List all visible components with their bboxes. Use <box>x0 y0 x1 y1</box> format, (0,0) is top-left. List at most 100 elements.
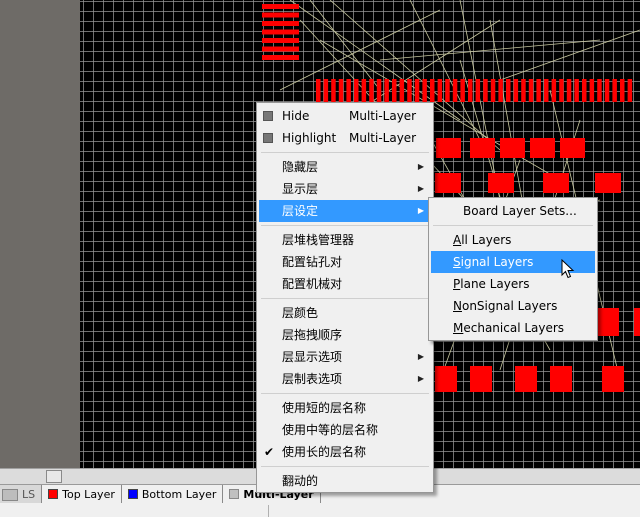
menu-item-layer-stack-manager[interactable]: 层堆栈管理器 <box>259 229 431 251</box>
pcb-pad <box>612 79 617 102</box>
ratsnest-line <box>279 9 441 91</box>
layer-set-button[interactable]: LS <box>0 485 43 503</box>
menu-label: 隐藏层 <box>282 160 319 174</box>
ratsnest-line <box>499 29 640 81</box>
pcb-pad <box>620 79 625 102</box>
pcb-pad <box>392 79 397 102</box>
menu-item-drill-pairs[interactable]: 配置钻孔对 <box>259 251 431 273</box>
submenu-item-mechanical-layers[interactable]: Mechanical Layers <box>431 317 595 339</box>
pcb-pad <box>407 79 412 102</box>
pcb-pad <box>435 366 457 392</box>
menu-item-flipped[interactable]: 翻动的 <box>259 470 431 492</box>
layer-swatch-icon <box>263 133 273 143</box>
pcb-pad <box>452 79 458 102</box>
pcb-pad <box>262 38 299 43</box>
pcb-pad <box>435 173 461 193</box>
submenu-arrow-icon: ▶ <box>417 206 424 215</box>
submenu-item-board-layer-sets[interactable]: Board Layer Sets... <box>431 200 595 222</box>
tab-top-layer[interactable]: Top Layer <box>42 485 122 503</box>
pcb-pad <box>470 138 495 158</box>
menu-label: ignal Layers <box>460 255 534 269</box>
pcb-pad <box>483 79 488 102</box>
pcb-pad <box>262 4 299 9</box>
pcb-pad <box>506 79 511 102</box>
pcb-pad <box>528 79 534 102</box>
menu-label: onSignal Layers <box>461 299 558 313</box>
menu-label: 使用短的层名称 <box>282 401 367 415</box>
mnemonic-letter: A <box>453 233 462 247</box>
pcb-pad <box>323 79 329 102</box>
menu-label: 层堆栈管理器 <box>282 233 355 247</box>
submenu-arrow-icon: ▶ <box>417 184 424 193</box>
pcb-pad <box>589 79 595 102</box>
menu-item-layer-drag-order[interactable]: 层拖拽顺序 <box>259 324 431 346</box>
pcb-pad <box>354 79 359 102</box>
pcb-pad <box>498 79 503 102</box>
menu-item-show-layer[interactable]: 显示层 ▶ <box>259 178 431 200</box>
menu-separator <box>261 466 429 467</box>
menu-item-short-layer-names[interactable]: 使用短的层名称 <box>259 397 431 419</box>
pcb-pad <box>513 79 519 102</box>
pcb-pad <box>262 21 299 26</box>
menu-label: Hide <box>282 109 310 123</box>
menu-label: ll Layers <box>461 233 512 247</box>
pcb-pad <box>560 138 585 158</box>
menu-item-medium-layer-names[interactable]: 使用中等的层名称 <box>259 419 431 441</box>
menu-item-layer-settings[interactable]: 层设定 ▶ <box>259 200 431 222</box>
pcb-pad <box>262 46 299 52</box>
menu-label: 层设定 <box>282 204 319 218</box>
pcb-pad <box>627 79 633 102</box>
menu-value: Multi-Layer <box>349 109 417 123</box>
menu-item-hide[interactable]: Hide Multi-Layer <box>259 105 431 127</box>
pcb-pad <box>369 79 374 102</box>
pcb-pad <box>536 79 541 102</box>
pcb-pad <box>559 79 564 102</box>
pcb-pad <box>604 79 610 102</box>
submenu-item-nonsignal-layers[interactable]: NonSignal Layers <box>431 295 595 317</box>
pcb-pad <box>262 12 299 18</box>
menu-value: Multi-Layer <box>349 131 417 145</box>
menu-item-hide-layer[interactable]: 隐藏层 ▶ <box>259 156 431 178</box>
pcb-pad <box>422 79 427 102</box>
pcb-pad <box>634 308 640 336</box>
pcb-pad <box>430 79 435 102</box>
context-menu: Hide Multi-Layer Highlight Multi-Layer 隐… <box>256 102 434 493</box>
pcb-pad <box>262 55 299 60</box>
pcb-pad <box>597 79 602 102</box>
pcb-pad <box>384 79 389 102</box>
menu-label: 翻动的 <box>282 474 319 488</box>
pcb-pad <box>521 79 526 102</box>
mnemonic-letter: S <box>453 255 461 269</box>
menu-separator <box>261 298 429 299</box>
pcb-pad <box>500 138 525 158</box>
pcb-pad <box>445 79 450 102</box>
mnemonic-letter: M <box>453 321 464 335</box>
menu-label: 层颜色 <box>282 306 319 320</box>
menu-item-layer-display-options[interactable]: 层显示选项 ▶ <box>259 346 431 368</box>
menu-item-mechanical-pairs[interactable]: 配置机械对 <box>259 273 431 295</box>
menu-label: Board Layer Sets... <box>463 204 577 218</box>
menu-item-layer-colors[interactable]: 层颜色 <box>259 302 431 324</box>
pcb-pad <box>460 79 465 102</box>
pcb-pad <box>399 79 405 102</box>
pcb-pad <box>544 79 549 102</box>
menu-item-layer-tab-options[interactable]: 层制表选项 ▶ <box>259 368 431 390</box>
bottom-layer-swatch <box>127 489 138 499</box>
menu-separator <box>261 225 429 226</box>
tab-label: Bottom Layer <box>141 487 217 501</box>
menu-label: Highlight <box>282 131 337 145</box>
submenu-item-all-layers[interactable]: All Layers <box>431 229 595 251</box>
menu-label: 显示层 <box>282 182 319 196</box>
submenu-arrow-icon: ▶ <box>417 352 424 361</box>
layer-set-label: LS <box>22 487 36 501</box>
scrollbar-thumb[interactable] <box>46 470 62 483</box>
pcb-pad <box>468 79 473 102</box>
pcb-pad <box>488 173 514 193</box>
pcb-pad <box>574 79 579 102</box>
submenu-arrow-icon: ▶ <box>417 162 424 171</box>
menu-item-highlight[interactable]: Highlight Multi-Layer <box>259 127 431 149</box>
tab-bottom-layer[interactable]: Bottom Layer <box>121 485 224 503</box>
menu-separator <box>261 152 429 153</box>
pcb-pad <box>566 79 572 102</box>
menu-item-long-layer-names[interactable]: ✔ 使用长的层名称 <box>259 441 431 463</box>
